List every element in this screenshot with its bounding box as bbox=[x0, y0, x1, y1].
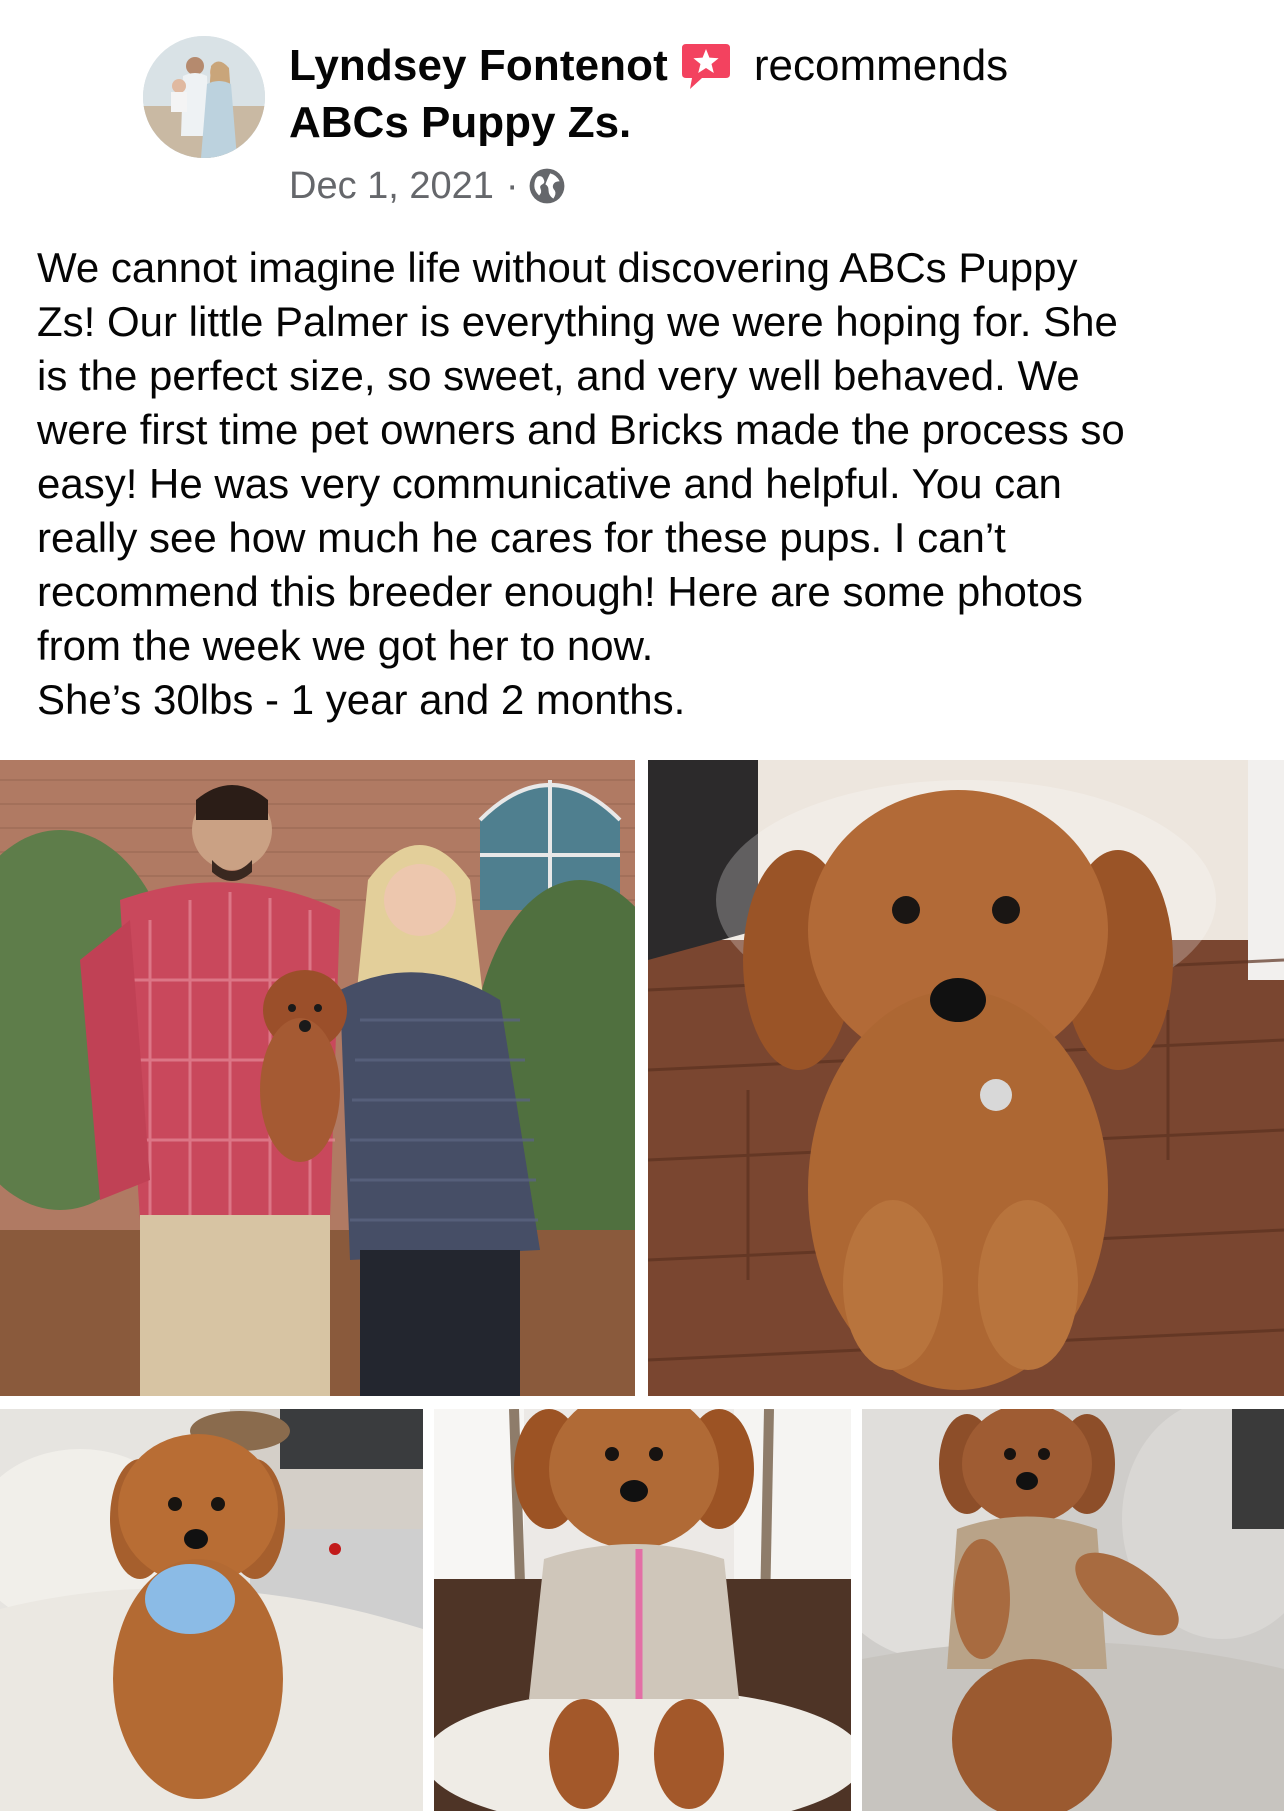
post-meta: Dec 1, 2021 · bbox=[289, 160, 566, 212]
meta-separator: · bbox=[505, 164, 519, 207]
post-header: Lyndsey Fontenot recommends bbox=[289, 36, 1008, 96]
photo-puppy-in-fleece[interactable] bbox=[434, 1409, 851, 1811]
post-text-line: We cannot imagine life without discoveri… bbox=[37, 244, 1078, 291]
author-avatar[interactable] bbox=[143, 36, 265, 158]
post-text-line: easy! He was very communicative and help… bbox=[37, 460, 1062, 507]
post-date[interactable]: Dec 1, 2021 bbox=[289, 165, 494, 208]
photo-puppy-on-sofa[interactable] bbox=[0, 1409, 423, 1811]
post-text: We cannot imagine life without discoveri… bbox=[37, 241, 1257, 727]
post-text-line: Zs! Our little Palmer is everything we w… bbox=[37, 298, 1118, 345]
recommend-verb: recommends bbox=[753, 41, 1009, 90]
post-text-line: recommend this breeder enough! Here are … bbox=[37, 568, 1083, 615]
photo-puppy-in-sweater[interactable] bbox=[862, 1409, 1284, 1811]
post-text-line: is the perfect size, so sweet, and very … bbox=[37, 352, 1080, 399]
recommend-star-icon bbox=[680, 40, 732, 92]
photo-puppy-on-floor[interactable] bbox=[648, 760, 1284, 1396]
post-text-line: really see how much he cares for these p… bbox=[37, 514, 1006, 561]
post-text-line: from the week we got her to now. bbox=[37, 622, 654, 669]
post-text-line: were first time pet owners and Bricks ma… bbox=[37, 406, 1125, 453]
post: Lyndsey Fontenot recommends ABCs Puppy Z… bbox=[0, 0, 1284, 1811]
photo-couple-with-puppy[interactable] bbox=[0, 760, 635, 1396]
post-text-line: She’s 30lbs - 1 year and 2 months. bbox=[37, 676, 686, 723]
globe-icon[interactable] bbox=[528, 167, 566, 205]
recommended-page-name[interactable]: ABCs Puppy Zs. bbox=[289, 98, 631, 148]
author-name[interactable]: Lyndsey Fontenot bbox=[289, 41, 668, 91]
